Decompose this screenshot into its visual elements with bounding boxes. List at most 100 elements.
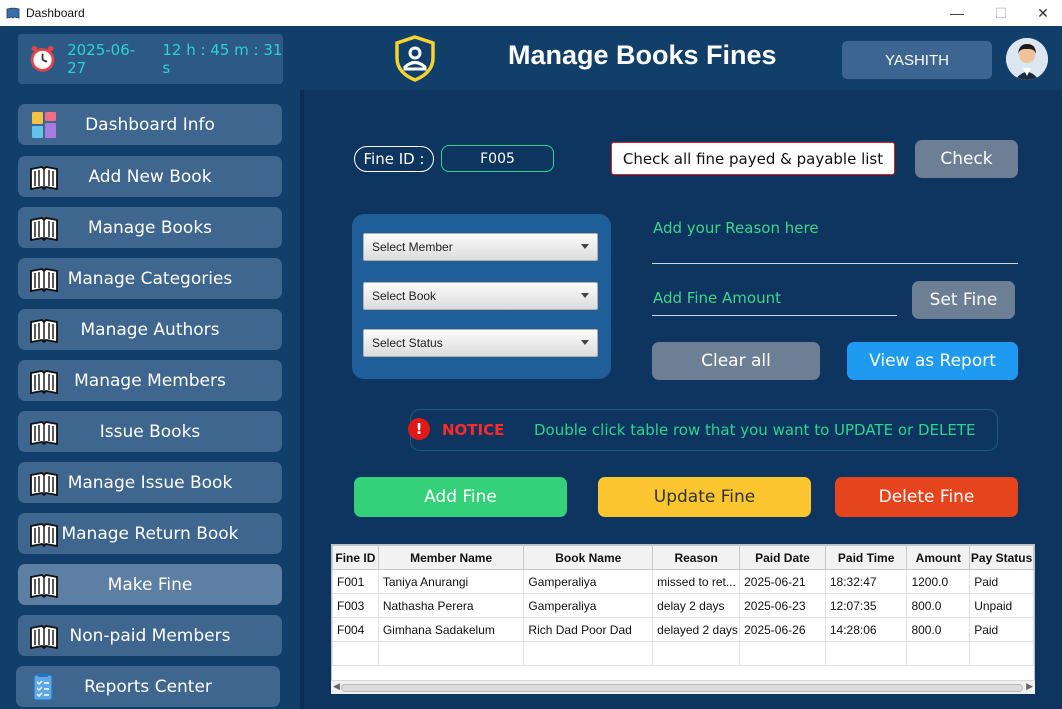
sidebar-item-dashboard-info[interactable]: Dashboard Info [18, 104, 282, 145]
sidebar-item-add-new-book[interactable]: Add New Book [18, 156, 282, 197]
book-icon [30, 421, 58, 446]
select-member-value: Select Member [372, 240, 453, 254]
scroll-left-icon[interactable]: ◀ [333, 682, 340, 692]
chevron-down-icon [581, 244, 589, 249]
table-cell: Paid [969, 569, 1034, 594]
book-icon [30, 268, 58, 293]
fines-table[interactable]: Fine ID Member Name Book Name Reason Pai… [331, 544, 1035, 694]
delete-fine-button[interactable]: Delete Fine [835, 477, 1018, 517]
alert-icon: ! [408, 418, 430, 440]
table-cell: missed to ret... [652, 569, 741, 594]
table-row[interactable]: F001 Taniya Anurangi Gamperaliya missed … [332, 569, 1034, 594]
user-avatar[interactable] [1006, 38, 1048, 80]
clear-all-button[interactable]: Clear all [652, 342, 820, 380]
dashboard-icon [32, 112, 56, 138]
add-fine-button[interactable]: Add Fine [354, 477, 567, 517]
app-book-icon [6, 7, 20, 19]
table-cell: delay 2 days [652, 593, 741, 618]
book-icon [30, 625, 58, 650]
fine-id-value: F005 [441, 145, 554, 172]
table-cell: delayed 2 days [652, 617, 741, 642]
sidebar-item-manage-books[interactable]: Manage Books [18, 207, 282, 248]
sidebar-item-manage-members[interactable]: Manage Members [18, 360, 282, 401]
table-cell: 1200.0 [906, 569, 971, 594]
shield-user-icon [395, 35, 435, 82]
select-book-dropdown[interactable]: Select Book [363, 282, 598, 310]
close-button[interactable]: ✕ [1020, 0, 1062, 26]
column-header[interactable]: Paid Time [824, 545, 908, 570]
fine-id-label: Fine ID : [354, 146, 434, 172]
avatar-icon [1006, 38, 1048, 80]
table-cell: 2025-06-21 [739, 569, 826, 594]
fines-table-grid: Fine ID Member Name Book Name Reason Pai… [332, 545, 1034, 666]
minimize-button[interactable]: — [934, 0, 980, 26]
book-icon [30, 166, 58, 191]
sidebar-item-manage-categories[interactable]: Manage Categories [18, 258, 282, 299]
clock-icon [30, 46, 55, 72]
window-titlebar: Dashboard — ☐ ✕ [0, 0, 1062, 26]
book-icon [30, 319, 58, 344]
select-member-dropdown[interactable]: Select Member [363, 233, 598, 261]
table-row[interactable]: F004 Gimhana Sadakelum Rich Dad Poor Dad… [332, 617, 1034, 642]
table-cell: Paid [969, 617, 1034, 642]
window-title: Dashboard [26, 6, 85, 20]
table-cell: Gimhana Sadakelum [377, 617, 525, 642]
reason-input-underline [652, 263, 1018, 264]
update-fine-button[interactable]: Update Fine [598, 477, 811, 517]
scrollbar-thumb[interactable] [341, 684, 1023, 692]
amount-input[interactable]: Add Fine Amount [653, 289, 781, 307]
maximize-button[interactable]: ☐ [978, 0, 1024, 26]
check-list-label: Check all fine payed & payable list [611, 142, 895, 175]
column-header[interactable]: Member Name [377, 545, 525, 570]
table-row-empty [332, 641, 1034, 666]
book-icon [30, 574, 58, 599]
table-cell: Rich Dad Poor Dad [523, 617, 654, 642]
book-icon [30, 472, 58, 497]
table-cell: 2025-06-26 [739, 617, 826, 642]
table-cell: 12:07:35 [824, 593, 908, 618]
table-cell: 800.0 [906, 593, 971, 618]
sidebar-item-reports-center[interactable]: Reports Center [16, 666, 280, 707]
chevron-down-icon [581, 293, 589, 298]
reason-input[interactable]: Add your Reason here [653, 219, 819, 237]
column-header[interactable]: Pay Status [969, 545, 1034, 570]
notice-text: Double click table row that you want to … [534, 421, 976, 439]
table-cell: Unpaid [969, 593, 1034, 618]
set-fine-button[interactable]: Set Fine [912, 281, 1015, 319]
table-cell: 2025-06-23 [739, 593, 826, 618]
sidebar-item-manage-issue-book[interactable]: Manage Issue Book [18, 462, 282, 503]
current-time: 12 h : 45 m : 31 s [162, 41, 283, 77]
column-header[interactable]: Amount [906, 545, 971, 570]
sidebar-item-non-paid-members[interactable]: Non-paid Members [18, 615, 282, 656]
table-cell: F001 [332, 569, 379, 594]
table-cell: 14:28:06 [824, 617, 908, 642]
view-report-button[interactable]: View as Report [847, 342, 1018, 380]
select-status-dropdown[interactable]: Select Status [363, 329, 598, 357]
horizontal-scrollbar[interactable]: ◀ ▶ [331, 680, 1035, 694]
clock-panel: 2025-06-27 12 h : 45 m : 31 s [18, 34, 283, 84]
select-status-value: Select Status [372, 336, 443, 350]
sidebar-item-make-fine[interactable]: Make Fine [18, 564, 282, 605]
chevron-down-icon [581, 340, 589, 345]
table-cell: Gamperaliya [523, 569, 654, 594]
table-cell: Taniya Anurangi [377, 569, 525, 594]
column-header[interactable]: Reason [652, 545, 741, 570]
column-header[interactable]: Paid Date [739, 545, 826, 570]
sidebar-item-issue-books[interactable]: Issue Books [18, 411, 282, 452]
current-date: 2025-06-27 [67, 41, 136, 77]
username-badge[interactable]: YASHITH [842, 41, 992, 79]
table-row[interactable]: F003 Nathasha Perera Gamperaliya delay 2… [332, 593, 1034, 618]
column-header[interactable]: Fine ID [332, 545, 379, 570]
scroll-right-icon[interactable]: ▶ [1026, 682, 1033, 692]
select-book-value: Select Book [372, 289, 437, 303]
column-header[interactable]: Book Name [523, 545, 654, 570]
report-icon [33, 673, 53, 701]
table-cell: 18:32:47 [824, 569, 908, 594]
sidebar-item-manage-authors[interactable]: Manage Authors [18, 309, 282, 350]
page-title: Manage Books Fines [508, 40, 777, 70]
book-icon [30, 370, 58, 395]
table-cell: Nathasha Perera [377, 593, 525, 618]
check-button[interactable]: Check [915, 140, 1018, 178]
sidebar-item-manage-return-book[interactable]: Manage Return Book [18, 513, 282, 554]
table-cell: Gamperaliya [523, 593, 654, 618]
